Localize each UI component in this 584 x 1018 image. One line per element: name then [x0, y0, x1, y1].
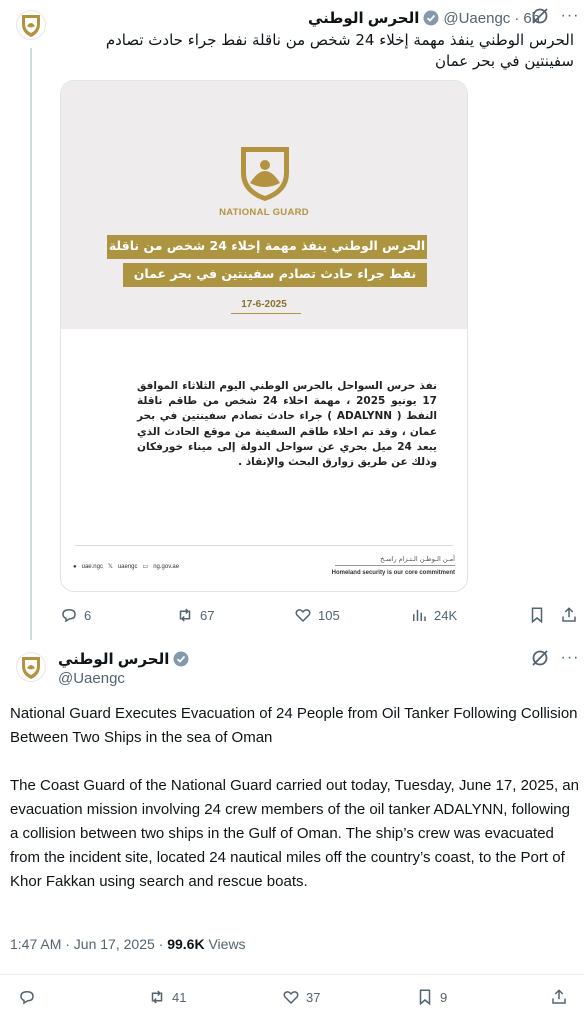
web-icon: ▭ [142, 564, 149, 570]
repost-button[interactable]: 67 [176, 606, 214, 624]
reply-icon [20, 990, 34, 1005]
national-guard-emblem-icon [241, 147, 289, 201]
avatar[interactable] [16, 652, 46, 682]
avatar[interactable] [16, 10, 46, 40]
image-header-area: NATIONAL GUARD الحرس الوطني ينفذ مهمة إخ… [61, 81, 467, 329]
post-image[interactable]: NATIONAL GUARD الحرس الوطني ينفذ مهمة إخ… [60, 80, 468, 592]
tweet-reply[interactable]: @Uaengc · 6h الحرس الوطني ··· الحرس الوط… [0, 0, 584, 640]
verified-badge-icon [423, 10, 439, 26]
footer-motto: أمـن الـوطـن الـتـزام راسـخ Homeland sec… [332, 555, 455, 576]
more-icon[interactable]: ··· [560, 6, 580, 26]
image-body-text: نفذ حرس السواحل بالحرس الوطني اليوم الثل… [137, 380, 437, 469]
grok-icon[interactable] [530, 648, 550, 668]
post-title: National Guard Executes Evacuation of 24… [10, 705, 578, 746]
like-count: 37 [306, 989, 321, 1005]
share-button[interactable] [550, 988, 568, 1006]
bookmark-button[interactable]: 9 [416, 988, 447, 1006]
share-button[interactable] [560, 606, 578, 624]
reply-count: 6 [84, 607, 92, 623]
like-icon [295, 609, 311, 623]
share-icon [552, 989, 566, 1004]
x-icon: 𝕏 [107, 564, 113, 570]
instagram-icon: ● [73, 563, 77, 570]
views-label: Views [204, 936, 246, 952]
footer-divider [75, 545, 453, 546]
date-underline [231, 313, 301, 314]
post-text: National Guard Executes Evacuation of 24… [10, 702, 580, 918]
bookmark-button[interactable] [528, 606, 546, 624]
like-count: 105 [318, 607, 340, 623]
reply-icon [62, 608, 76, 623]
reply-button[interactable]: 6 [60, 606, 91, 624]
like-icon [283, 991, 299, 1005]
repost-count: 41 [172, 989, 187, 1005]
footer-social-2: uaengc [117, 563, 138, 570]
views-total: 99.6K [167, 936, 205, 952]
footer-socials: ● uae.ngc 𝕏 uaengc ▭ ng.gov.ae [73, 563, 180, 571]
footer-social-1: uae.ngc [81, 563, 103, 570]
bookmark-icon [419, 989, 431, 1006]
footer-motto-en: Homeland security is our core commitment [331, 570, 455, 576]
post-text: الحرس الوطني ينفذ مهمة إخلاء 24 شخص من ن… [105, 31, 574, 70]
share-icon [562, 607, 576, 622]
reply-button[interactable] [18, 988, 42, 1006]
repost-count: 67 [200, 607, 215, 623]
author-handle[interactable]: @Uaengc [58, 670, 125, 687]
headline-banner-line2: نفط جراء حادث تصادم سفينتين في بحر عمان [123, 263, 427, 287]
national-guard-emblem-icon [22, 15, 40, 37]
like-button[interactable]: 37 [282, 988, 320, 1006]
headline-banner-line1: الحرس الوطني ينفذ مهمة إخلاء 24 شخص من ن… [107, 235, 427, 259]
bookmark-count: 9 [440, 989, 448, 1005]
divider [0, 974, 584, 975]
views-button[interactable]: 24K [410, 606, 457, 624]
verified-badge-icon [173, 651, 189, 667]
footer-rule [335, 565, 455, 566]
logo-caption-en: NATIONAL GUARD [219, 207, 309, 218]
thread-line [30, 48, 32, 640]
post-timestamp[interactable]: 1:47 AM · Jun 17, 2025 · [10, 936, 167, 952]
post-meta: 1:47 AM · Jun 17, 2025 · 99.6K Views [10, 936, 246, 952]
time-separator: · [514, 9, 520, 27]
footer-motto-ar: أمـن الـوطـن الـتـزام راسـخ [380, 555, 455, 563]
post-body: The Coast Guard of the National Guard ca… [10, 777, 579, 890]
views-count: 24K [434, 607, 458, 623]
more-icon[interactable]: ··· [560, 648, 580, 668]
author-handle[interactable]: @Uaengc [443, 10, 510, 27]
tweet1-actions: 6 67 105 24K [60, 606, 580, 626]
views-icon [413, 609, 426, 621]
image-footer: ● uae.ngc 𝕏 uaengc ▭ ng.gov.ae أمـن الـو… [61, 545, 467, 591]
national-guard-emblem-icon [22, 657, 40, 679]
repost-icon [151, 990, 163, 1004]
repost-button[interactable]: 41 [148, 988, 186, 1006]
author-name[interactable]: الحرس الوطني [58, 650, 169, 668]
repost-icon [179, 608, 191, 622]
footer-social-3: ng.gov.ae [153, 563, 180, 570]
tweet2-actions: 41 37 9 [18, 988, 578, 1008]
tweet-main[interactable]: الحرس الوطني @Uaengc ··· National Guard … [0, 640, 584, 1018]
bookmark-icon [531, 607, 543, 624]
grok-icon[interactable] [530, 6, 550, 26]
like-button[interactable]: 105 [294, 606, 340, 624]
author-name[interactable]: الحرس الوطني [308, 9, 419, 27]
image-date: 17-6-2025 [241, 299, 287, 310]
